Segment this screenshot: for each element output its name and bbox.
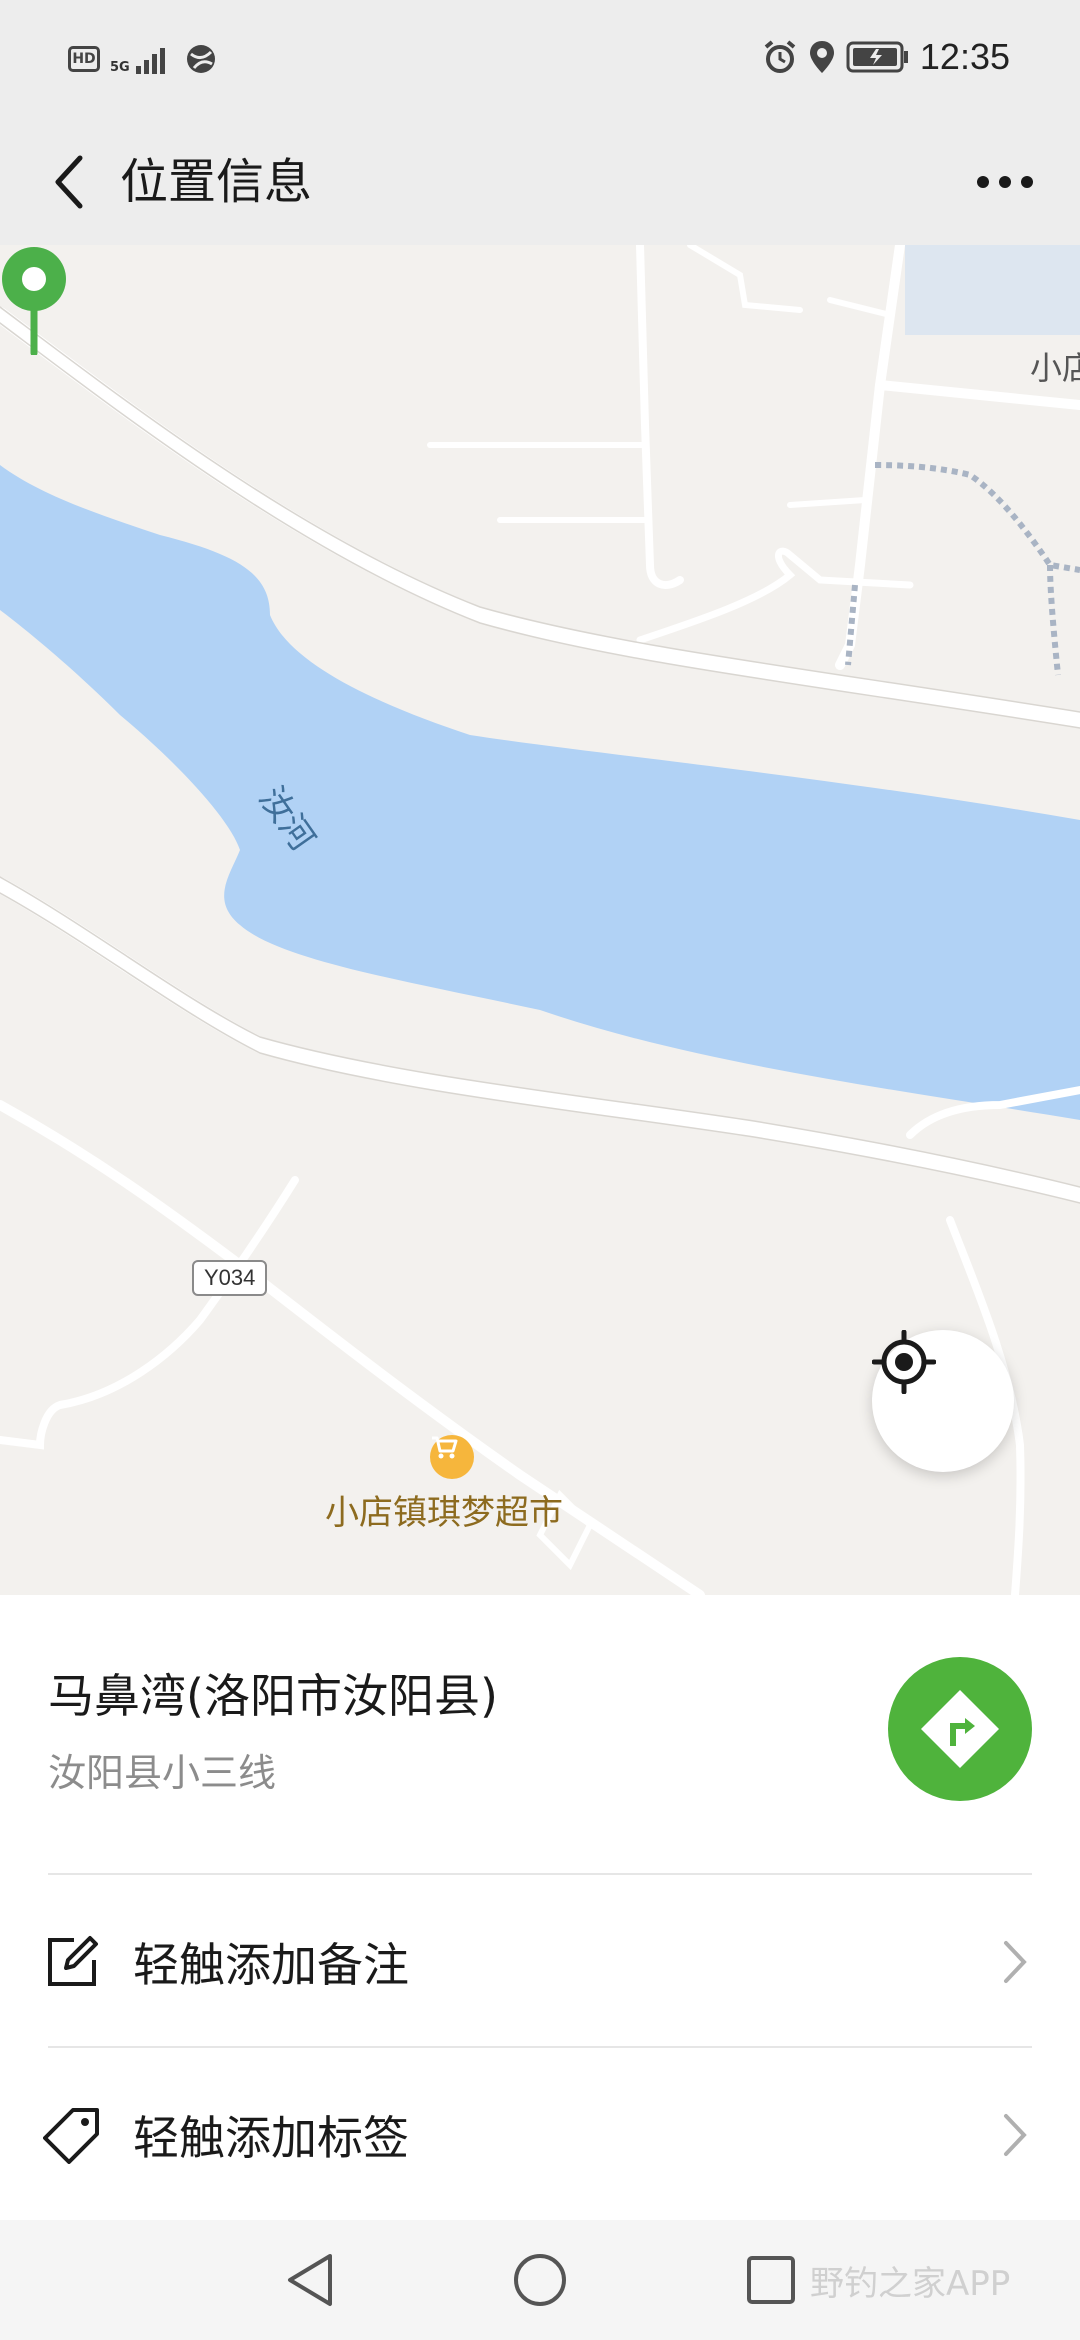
add-note-label: 轻触添加备注 <box>133 1938 409 1992</box>
alarm-icon <box>764 40 796 73</box>
river-shape <box>0 465 1080 1120</box>
home-circle-icon[interactable] <box>512 2250 568 2310</box>
status-left: HD 5G <box>68 42 218 76</box>
add-tag-row[interactable]: 轻触添加标签 <box>0 2051 1080 2219</box>
edit-note-icon <box>42 1932 102 1992</box>
chevron-right-icon <box>1004 2114 1027 2156</box>
signal-icon <box>135 48 165 74</box>
navigate-route-button[interactable] <box>888 1657 1032 1801</box>
locate-me-button[interactable] <box>872 1330 1014 1472</box>
chevron-left-icon <box>55 155 83 209</box>
route-direction-icon <box>921 1690 999 1768</box>
divider <box>48 2046 1032 2048</box>
more-button[interactable] <box>955 142 1055 222</box>
chevron-right-icon <box>1004 1941 1027 1983</box>
location-info-panel: 马鼻湾(洛阳市汝阳县) 汝阳县小三线 轻触添加备注 轻触添加标签 <box>0 1595 1080 2220</box>
recent-apps-square-icon[interactable] <box>745 2254 797 2306</box>
status-bar: HD 5G 12:35 <box>0 0 1080 120</box>
hd-badge: HD <box>68 46 100 72</box>
watermark-text: 野钓之家APP <box>810 2264 1011 2304</box>
location-icon <box>809 41 834 73</box>
signal-group: 5G <box>110 44 174 74</box>
location-pin-icon <box>2 247 66 355</box>
status-right: 12:35 <box>762 36 1010 78</box>
map-view[interactable]: 小店 汝河 Y034 小店镇琪梦超市 <box>0 245 1080 1595</box>
system-nav-bar: 野钓之家APP <box>0 2220 1080 2340</box>
status-time: 12:35 <box>919 36 1010 77</box>
map-place-label-corner: 小店 <box>1030 349 1080 387</box>
place-name: 马鼻湾(洛阳市汝阳县) <box>48 1669 498 1723</box>
page-title: 位置信息 <box>120 154 313 210</box>
network-type-label: 5G <box>110 60 130 75</box>
poi-label[interactable]: 小店镇琪梦超市 <box>325 1485 563 1534</box>
tag-icon <box>42 2105 102 2165</box>
divider <box>48 1873 1032 1875</box>
more-dots-icon <box>977 176 1033 188</box>
back-triangle-icon[interactable] <box>282 2250 338 2310</box>
pond-area <box>905 245 1080 335</box>
battery-icon <box>846 41 908 73</box>
shopping-cart-icon[interactable] <box>430 1435 474 1479</box>
globe-icon <box>186 45 215 73</box>
back-button[interactable] <box>30 142 110 222</box>
place-address: 汝阳县小三线 <box>48 1751 277 1795</box>
road-number-badge: Y034 <box>192 1260 268 1296</box>
add-tag-label: 轻触添加标签 <box>133 2111 409 2165</box>
top-nav-bar: 位置信息 <box>0 120 1080 245</box>
add-note-row[interactable]: 轻触添加备注 <box>0 1878 1080 2046</box>
crosshair-icon <box>872 1330 936 1394</box>
